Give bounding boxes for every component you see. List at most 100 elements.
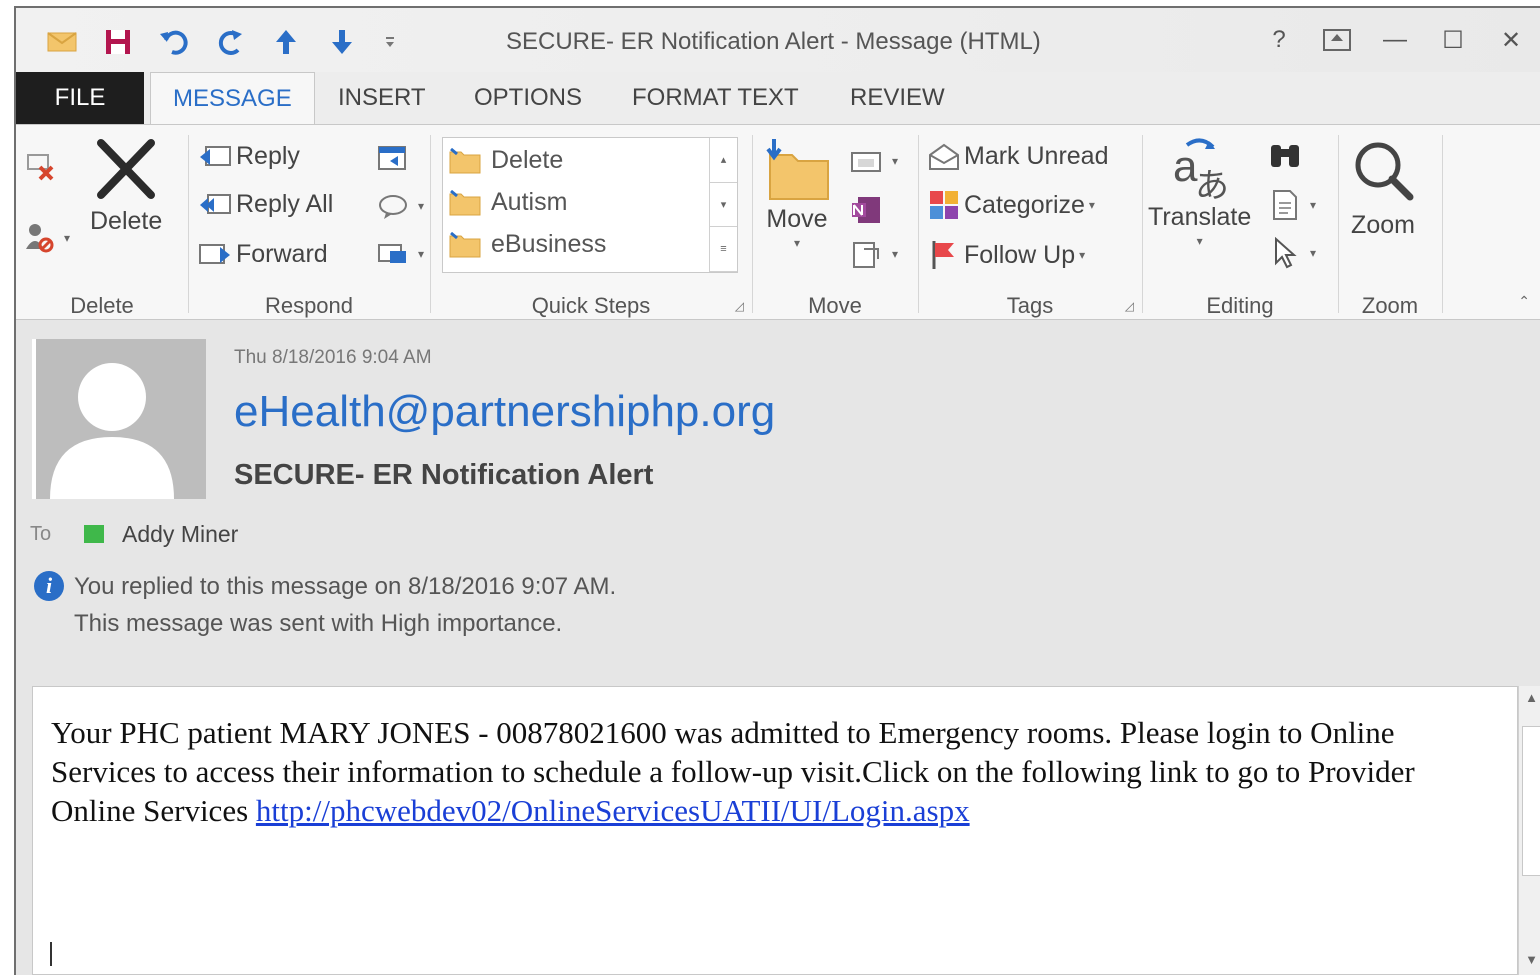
- group-divider: [1442, 135, 1443, 313]
- magnifier-icon: [1350, 139, 1416, 203]
- customize-qat-icon[interactable]: [370, 22, 410, 62]
- tags-group: Mark Unread Categorize ▾ Follow Up ▾ ◿ T…: [920, 125, 1140, 321]
- help-button[interactable]: ?: [1250, 22, 1308, 58]
- actions-button[interactable]: ▾: [850, 239, 898, 269]
- rules-button[interactable]: ▾: [850, 147, 898, 175]
- onenote-icon: [850, 195, 884, 225]
- sender-address[interactable]: eHealth@partnershiphp.org: [234, 387, 775, 437]
- quick-step-ebusiness[interactable]: eBusiness: [449, 224, 606, 264]
- zoom-group: Zoom Zoom: [1340, 125, 1440, 321]
- meeting-reply-button[interactable]: [376, 143, 414, 173]
- move-button-label: Move: [766, 205, 828, 233]
- save-icon[interactable]: [90, 22, 146, 62]
- reply-all-button[interactable]: Reply All: [198, 189, 333, 219]
- more-actions-button[interactable]: ▾: [376, 239, 424, 269]
- title-bar: SECURE- ER Notification Alert - Message …: [16, 8, 1540, 72]
- zoom-button[interactable]: Zoom: [1350, 139, 1416, 240]
- collapse-ribbon-icon[interactable]: ⌃: [1518, 293, 1530, 310]
- window-title: SECURE- ER Notification Alert - Message …: [506, 28, 1041, 55]
- actions-icon: [850, 239, 884, 269]
- ribbon-tabs: FILE MESSAGE INSERT OPTIONS FORMAT TEXT …: [16, 72, 1540, 126]
- ribbon-display-options-button[interactable]: [1308, 22, 1366, 58]
- arrow-down-icon[interactable]: [314, 22, 370, 62]
- editing-group-label: Editing: [1206, 293, 1274, 318]
- tab-options[interactable]: OPTIONS: [452, 72, 604, 124]
- zoom-label: Zoom: [1351, 211, 1415, 239]
- respond-group: Reply Reply All Forward ▾ ▾ Respond: [190, 125, 428, 321]
- minimize-button[interactable]: —: [1366, 22, 1424, 58]
- categorize-icon: [928, 189, 960, 221]
- message-date: Thu 8/18/2016 9:04 AM: [234, 347, 432, 368]
- flag-icon: [928, 239, 960, 271]
- scroll-up-arrow-icon[interactable]: ▲: [1519, 690, 1540, 705]
- recipient-name[interactable]: Addy Miner: [122, 521, 238, 548]
- more-respond-button[interactable]: ▾: [376, 191, 424, 221]
- translate-icon: aあ: [1165, 135, 1235, 201]
- quick-steps-scroll: ▴ ▾ ≡: [709, 138, 737, 272]
- tab-message[interactable]: MESSAGE: [150, 72, 315, 126]
- reply-label: Reply: [236, 141, 300, 170]
- categorize-label: Categorize: [964, 190, 1085, 219]
- tab-file[interactable]: FILE: [16, 72, 144, 124]
- categorize-button[interactable]: Categorize ▾: [928, 189, 1095, 221]
- undo-icon[interactable]: [146, 22, 202, 62]
- online-services-link[interactable]: http://phcwebdev02/OnlineServicesUATII/U…: [256, 793, 970, 828]
- delete-button[interactable]: Delete: [90, 139, 162, 236]
- envelope-icon[interactable]: [34, 22, 90, 62]
- translate-button[interactable]: aあ Translate ▾: [1148, 135, 1251, 248]
- select-button[interactable]: ▾: [1268, 237, 1316, 269]
- delete-group-label: Delete: [70, 293, 134, 318]
- forward-button[interactable]: Forward: [198, 239, 328, 269]
- move-button[interactable]: Move ▾: [762, 137, 832, 250]
- related-button[interactable]: ▾: [1268, 189, 1316, 221]
- message-body[interactable]: Your PHC patient MARY JONES - 0087802160…: [32, 686, 1518, 975]
- quick-step-delete[interactable]: Delete: [449, 140, 563, 180]
- ribbon: ▾ Delete Delete Reply Reply All Forward …: [16, 124, 1540, 320]
- quick-steps-gallery: Delete Autism eBusiness ▴ ▾ ≡: [442, 137, 738, 273]
- redo-icon[interactable]: [202, 22, 258, 62]
- folder-icon: [449, 231, 481, 258]
- close-button[interactable]: ✕: [1482, 22, 1540, 58]
- follow-up-button[interactable]: Follow Up ▾: [928, 239, 1085, 271]
- find-button[interactable]: [1268, 141, 1306, 171]
- editing-group: aあ Translate ▾ ▾ ▾ Editing: [1144, 125, 1336, 321]
- scroll-thumb[interactable]: [1522, 726, 1540, 876]
- avatar: [32, 339, 206, 499]
- ignore-button[interactable]: [26, 151, 62, 185]
- mark-unread-button[interactable]: Mark Unread: [928, 141, 1109, 171]
- quick-step-autism[interactable]: Autism: [449, 182, 567, 222]
- body-scrollbar[interactable]: ▲ ▼: [1518, 686, 1540, 975]
- junk-button[interactable]: ▾: [24, 221, 70, 255]
- scroll-up-icon[interactable]: ▴: [710, 138, 737, 183]
- scroll-down-icon[interactable]: ▾: [710, 183, 737, 228]
- group-divider: [188, 135, 189, 313]
- quick-steps-group: Delete Autism eBusiness ▴ ▾ ≡ ◿ Quick St…: [432, 125, 750, 321]
- respond-group-label: Respond: [264, 293, 354, 318]
- im-reply-icon: [376, 191, 410, 221]
- outlook-message-window: SECURE- ER Notification Alert - Message …: [14, 6, 1540, 975]
- quick-steps-group-label: Quick Steps: [531, 293, 651, 318]
- arrow-up-icon[interactable]: [258, 22, 314, 62]
- message-subject: SECURE- ER Notification Alert: [234, 459, 654, 491]
- tab-review[interactable]: REVIEW: [828, 72, 967, 124]
- group-divider: [1142, 135, 1143, 313]
- to-label: To: [30, 523, 52, 545]
- body-paragraph: Your PHC patient MARY JONES - 0087802160…: [51, 713, 1501, 830]
- reply-info-text[interactable]: You replied to this message on 8/18/2016…: [74, 573, 616, 601]
- onenote-button[interactable]: [850, 195, 888, 225]
- message-header: Thu 8/18/2016 9:04 AM eHealth@partnershi…: [16, 321, 1540, 691]
- maximize-button[interactable]: ☐: [1424, 22, 1482, 58]
- forward-icon: [198, 239, 232, 269]
- scroll-down-arrow-icon[interactable]: ▼: [1519, 952, 1540, 967]
- reply-icon: [198, 141, 232, 171]
- delete-group: ▾ Delete Delete: [16, 125, 188, 321]
- expand-gallery-icon[interactable]: ≡: [710, 227, 737, 272]
- translate-label: Translate: [1148, 203, 1252, 231]
- reply-all-icon: [198, 189, 232, 219]
- tab-insert[interactable]: INSERT: [316, 72, 448, 124]
- tab-format-text[interactable]: FORMAT TEXT: [610, 72, 821, 124]
- reply-button[interactable]: Reply: [198, 141, 300, 171]
- move-folder-icon: [762, 137, 832, 201]
- mark-unread-label: Mark Unread: [964, 141, 1109, 170]
- rules-icon: [850, 147, 884, 175]
